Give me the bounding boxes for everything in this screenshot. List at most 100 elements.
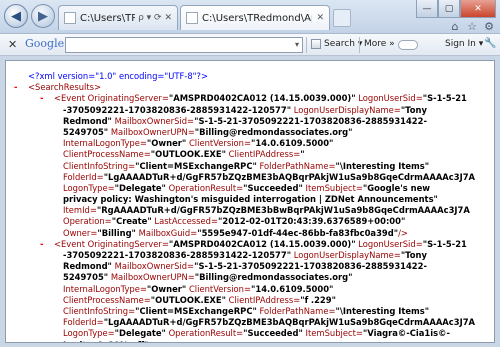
xml-line: FolderId="LgAAAADTuR+d/GgFR57bZQzBME3bAQ… [14,317,494,328]
xml-attr-value: "\Interesting Items" [335,305,430,316]
tools-gear-icon[interactable]: ⚙ [482,19,496,33]
xml-line: Levitra©-80%-off" [14,340,494,343]
xml-attr-value: "\Interesting Items" [335,160,430,171]
xml-line: InternalLogonType="Owner" ClientVersion=… [14,283,494,295]
xml-attr-name: ClientInfoString= [63,160,136,171]
xml-attr-name: ClientProcessName= [63,149,151,160]
xml-attr-value: -3705092221-1703820836-2885931422-120577… [63,250,292,260]
xml-attr-value: "14.0.6109.5000" [251,138,334,149]
xml-attr-value: "AMSPRD0402CA012 (14.15.0039.000)" [168,93,356,104]
maximize-button[interactable]: ▢ [438,0,460,18]
forward-button[interactable]: ▶ [31,4,55,28]
toolbar-divider [359,37,360,53]
xml-line: Redmond" MailboxOwnerSid="S-1-5-21-37050… [14,115,494,127]
new-tab-button[interactable] [333,9,351,27]
xml-tag: <Event [54,238,88,249]
xml-line: privacy policy: Washington's misguided i… [14,194,494,205]
xml-root-line: - <SearchResults> [14,82,494,93]
collapse-toggle[interactable]: - [40,239,43,250]
xml-attr-name: LogonType= [63,182,115,193]
xml-attr-value: Levitra©-80%-off" [63,340,148,343]
xml-attr-name: ClientIPAddress= [225,149,301,160]
xml-attr-name: Operation= [63,216,112,227]
favorites-star-icon[interactable]: ☆ [465,19,479,33]
xml-attr-name: ClientProcessName= [63,294,151,305]
xml-attr-value: "RgAAAADTuR+d/GgFR57bZQzBME3bBwBqrPAkjW1… [96,205,470,216]
xml-attr-value: .229" [310,294,336,305]
xml-attr-value: "LgAAAADTuR+d/GgFR57bZQzBME3bAQBqrPAkjW1… [103,317,476,328]
xml-attr-value: "Delegate" [114,328,166,339]
sign-in-button[interactable]: Sign In ▾ [445,39,483,49]
xml-line: LogonType="Delegate" OperationResult="Su… [14,328,494,339]
address-text[interactable]: C:\Users\TRedmon [80,13,135,24]
command-icons: ⌂ ☆ ⚙ [448,19,496,33]
collapse-toggle[interactable]: - [40,93,43,104]
xml-attr-value: "Succeeded" [243,182,303,193]
close-window-button[interactable]: ✕ [460,0,496,18]
xml-line: ClientInfoString="Client=MSExchangeRPC" … [14,305,494,317]
xml-attr-name: MailboxOwnerSid= [111,115,195,126]
xml-line: ClientProcessName="OUTLOOK.EXE" ClientIP… [14,149,494,160]
tab-active[interactable]: C:\Users\TRedmond\AppD... ✕ [180,5,330,30]
window-controls: — ▢ ✕ [416,0,496,18]
xml-line: FolderId="LgAAAADTuR+d/GgFR57bZQzBME3bAQ… [14,172,494,183]
xml-attr-name: ItemSubject= [302,328,363,339]
search-button[interactable]: Search ▾ [311,39,362,49]
search-icon [311,39,321,49]
xml-attr-name: MailboxOwnerSid= [111,261,195,272]
page-icon [64,12,76,24]
xml-attr-value: "Tony [400,104,427,115]
xml-line: ClientInfoString="Client=MSExchangeRPC" … [14,160,494,172]
sign-in-caret-icon: ▾ [478,39,484,49]
xml-attr-name: ClientVersion= [186,283,252,294]
xml-attr-name: OperationResult= [165,182,244,193]
collapse-toggle[interactable]: - [14,82,17,93]
xml-attr-value: "Viagra©-Cia1is©- [362,328,450,339]
close-toolbar-icon[interactable]: ✕ [8,38,17,51]
xml-attr-name: OriginatingServer= [87,238,169,249]
xml-attr-name: MailboxOwnerUPN= [108,272,195,283]
xml-line: Operation="Create" LastAccessed="2012-02… [14,216,494,227]
google-toolbar: ✕ Google ▾ Search ▾ More » Sign In ▾ 🔧 [0,34,500,56]
dropdown-caret-icon[interactable]: ▾ [295,40,299,49]
xml-line: InternalLogonType="Owner" ClientVersion=… [14,138,494,149]
xml-event-open-line: - <Event OriginatingServer="AMSPRD0402CA0… [14,238,494,250]
xml-attr-value: "AMSPRD0402CA012 (14.15.0039.000)" [168,238,356,249]
address-tools[interactable]: ρ ▾ ⟳ ✕ [138,13,172,23]
xml-attr-name: LogonUserDisplayName= [291,104,401,115]
xml-attr-name: OriginatingServer= [87,93,169,104]
tab-address[interactable]: C:\Users\TRedmon ρ ▾ ⟳ ✕ [58,5,178,30]
xml-attr-value: "Billing@redmondassociates.org" [194,272,353,283]
xml-attr-value: "Succeeded" [243,328,303,339]
xml-attr-value: "5595e947-01df-44ec-86bb-fa83fbc0a39d" [197,227,399,238]
home-icon[interactable]: ⌂ [448,19,462,33]
xml-attr-value: "Billing@redmondassociates.org" [194,126,353,137]
xml-attr-value: "S-1-5-21 [422,93,467,104]
minimize-button[interactable]: — [416,0,438,18]
xml-attr-name: ItemSubject= [302,182,363,193]
xml-line: 5249705" MailboxOwnerUPN="Billing@redmon… [14,272,494,283]
xml-attr-name: InternalLogonType= [63,283,147,294]
xml-attr-value: "Tony [400,250,427,260]
xml-attr-value: 5249705" [63,126,109,137]
xml-attr-value: "2012-02-01T20:43:39.6376589+00:00" [218,216,406,227]
xml-event-open-line: - <Event OriginatingServer="AMSPRD0402CA0… [14,93,494,104]
xml-tag: <Event [54,93,88,104]
tab-label: C:\Users\TRedmond\AppD... [202,12,312,24]
back-button[interactable]: ◀ [4,4,28,28]
toggle-switch[interactable] [398,40,418,50]
wrench-icon[interactable]: 🔧 [484,38,496,49]
xml-line: Redmond" MailboxOwnerSid="S-1-5-21-37050… [14,261,494,272]
page-icon [186,12,198,24]
tab-close-icon[interactable]: ✕ [316,13,324,23]
xml-attr-value: "Create" [111,216,152,227]
xml-attr-name: FolderId= [63,317,104,328]
more-button[interactable]: More » [364,39,395,49]
google-search-input[interactable]: ▾ [65,37,303,53]
xml-attr-value: 5249705" [63,272,109,283]
browser-title-bar: ◀ ▶ C:\Users\TRedmon ρ ▾ ⟳ ✕ C:\Users\TR… [0,0,500,34]
xml-tag: /> [398,227,408,238]
xml-attr-name: InternalLogonType= [63,138,147,149]
xml-viewer[interactable]: <?xml version="1.0" encoding="UTF-8"?> -… [5,60,495,343]
xml-attr-value: "14.0.6109.5000" [251,283,334,294]
